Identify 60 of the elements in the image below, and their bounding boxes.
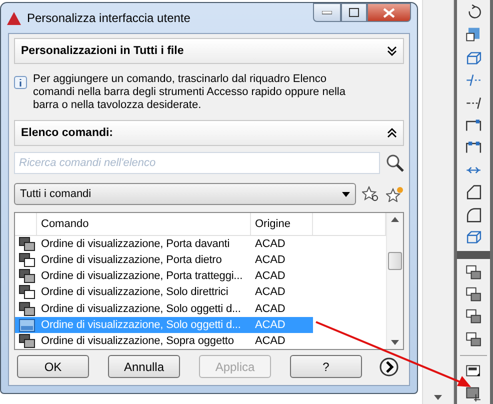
info-text: Per aggiungere un comando, trascinarlo dal riquadro Elenco comandi nella barra degli strumenti Accesso rapido oppure nella barra o nella tavolozza desiderate. [33, 73, 346, 112]
window-title: Personalizza interfaccia utente [27, 11, 192, 25]
info-icon [14, 76, 27, 89]
collapse-icon[interactable] [387, 128, 397, 138]
scrollbar-thumb[interactable] [388, 252, 402, 270]
layers-icon [19, 252, 35, 268]
caret-icon [342, 192, 350, 196]
origin-cell: ACAD [255, 334, 286, 347]
origin-cell: ACAD [255, 254, 286, 266]
dialog-button[interactable]: OK [17, 355, 89, 378]
command-name: Ordine di visualizzazione, Porta tratteggi... [41, 270, 243, 282]
dialog-button[interactable]: ? [290, 355, 362, 378]
layers-icon [19, 268, 35, 284]
scroll-down-icon[interactable] [391, 340, 399, 345]
command-row[interactable]: Ordine di visualizzazione, Sopra oggetto ACAD [15, 332, 313, 349]
scroll-up-icon[interactable] [391, 217, 399, 222]
search-field[interactable]: Ricerca comandi nell'elenco [14, 152, 380, 174]
section-header[interactable]: Elenco comandi: [14, 120, 404, 146]
layers-icon [19, 236, 35, 252]
layers-icon [19, 332, 35, 349]
command-name: Ordine di visualizzazione, Sopra oggetto [41, 334, 234, 347]
maximize-icon [349, 8, 359, 17]
origin-cell: ACAD [255, 238, 286, 250]
close-icon [383, 8, 395, 18]
command-row[interactable]: Ordine di visualizzazione, Porta dietro ACAD [15, 252, 313, 268]
arrow-circle-icon[interactable] [379, 356, 399, 376]
toolbar-grip[interactable] [457, 251, 490, 259]
dialog-button[interactable]: Annulla [108, 355, 180, 378]
origin-cell: ACAD [255, 270, 286, 282]
expand-icon[interactable] [387, 46, 397, 56]
maximize-button[interactable] [341, 3, 367, 22]
command-row[interactable]: Ordine di visualizzazione, Porta davanti ACAD [15, 236, 313, 252]
command-name: Ordine di visualizzazione, Solo oggetti d... [41, 318, 241, 331]
origin-cell: ACAD [255, 286, 286, 298]
filter-dropdown[interactable]: Tutti i comandi [14, 183, 356, 205]
scroll-down-icon[interactable] [434, 395, 442, 400]
star-new-icon[interactable] [386, 186, 404, 202]
origin-cell: ACAD [255, 318, 286, 331]
section-header[interactable]: Personalizzazioni in Tutti i file [14, 38, 404, 64]
layers-icon [19, 300, 35, 317]
command-name: Ordine di visualizzazione, Solo oggetti d... [41, 302, 241, 315]
image-icon[interactable] [464, 384, 484, 403]
command-name: Ordine di visualizzazione, Solo direttrici [41, 286, 228, 298]
app-logo-icon [7, 12, 21, 24]
origin-cell: ACAD [255, 302, 286, 315]
command-row[interactable]: Ordine di visualizzazione, Solo direttrici ACAD [15, 284, 313, 300]
column-header[interactable]: Comando [41, 218, 89, 230]
command-row[interactable]: Ordine di visualizzazione, Porta tratteggi... ACAD [15, 268, 313, 284]
column-header[interactable]: Origine [255, 218, 290, 230]
search-icon[interactable] [386, 154, 404, 172]
command-name: Ordine di visualizzazione, Porta davanti [41, 238, 230, 250]
close-button[interactable] [367, 3, 411, 22]
minimize-button[interactable] [313, 3, 341, 22]
text-layer-icon [19, 316, 35, 333]
star-search-icon[interactable] [362, 186, 380, 202]
command-name: Ordine di visualizzazione, Porta dietro [41, 254, 222, 266]
scrollbar[interactable] [386, 213, 403, 349]
command-row[interactable]: Ordine di visualizzazione, Solo oggetti d... ACAD [15, 300, 313, 317]
minimize-icon [322, 10, 332, 14]
layers-icon [19, 284, 35, 300]
